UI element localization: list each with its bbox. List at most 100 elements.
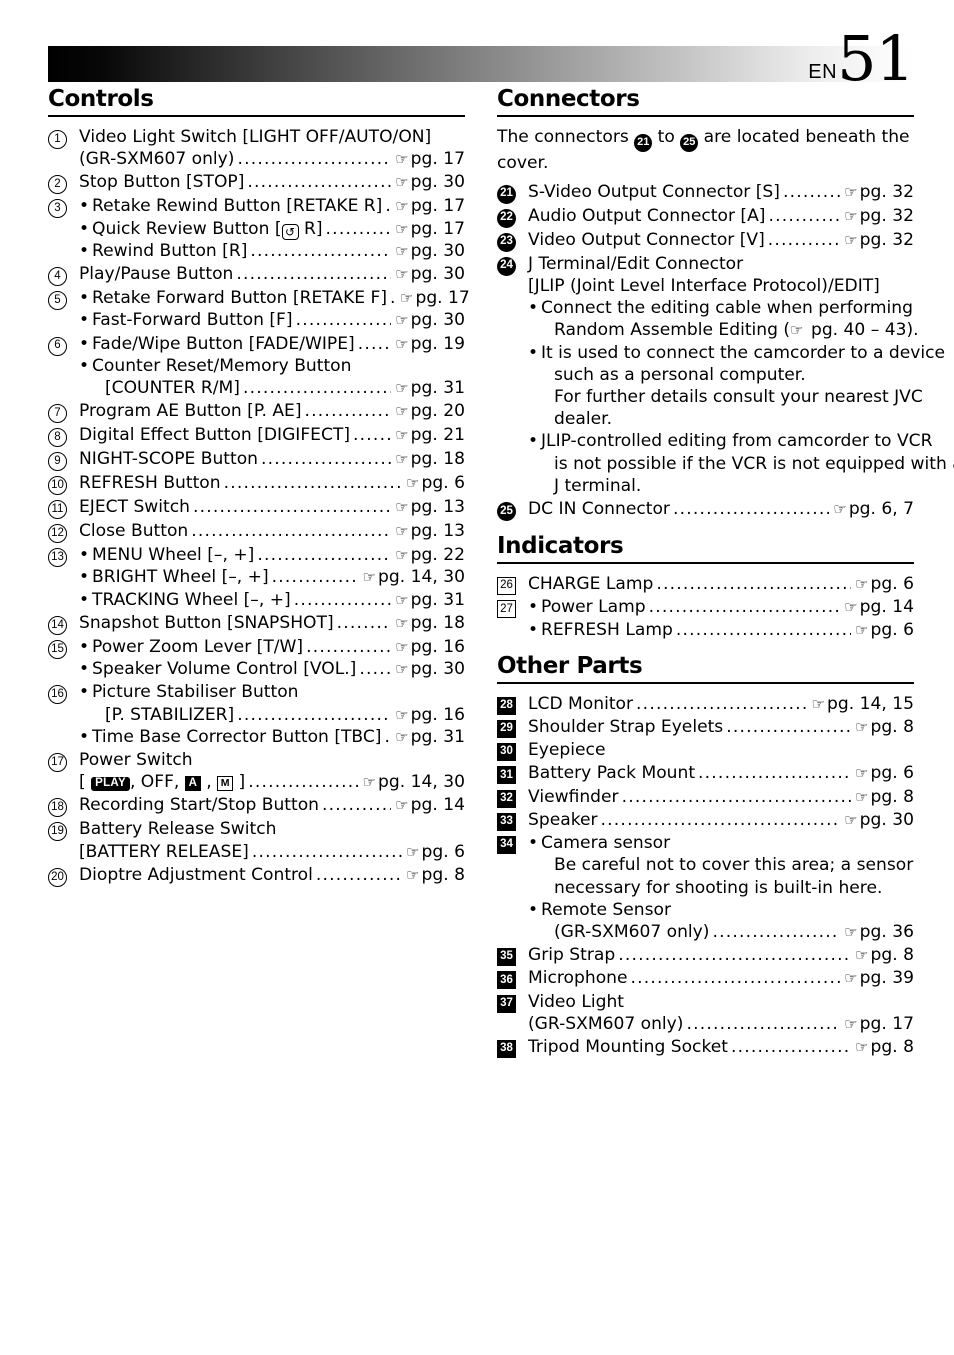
list-item[interactable]: 33 Speaker...............................… (497, 809, 914, 831)
page-reference[interactable]: ☞ pg. 30 (393, 658, 465, 680)
list-item[interactable]: 11 EJECT Switch..........................… (48, 496, 465, 520)
list-item[interactable]: 3•Retake Rewind Button [RETAKE R].......… (48, 195, 465, 262)
page-number: 51 (837, 22, 915, 95)
page-reference[interactable]: ☞ pg. 18 (393, 448, 465, 470)
list-item[interactable]: 9 NIGHT-SCOPE Button.....................… (48, 448, 465, 472)
list-item[interactable]: 32 Viewfinder............................… (497, 786, 914, 808)
list-item[interactable]: 10 REFRESH Button........................… (48, 472, 465, 496)
page-reference[interactable]: ☞ pg. 32 (842, 181, 914, 203)
entry-line: Power Switch (79, 749, 465, 771)
reference-hand-icon: ☞ (395, 660, 409, 679)
page-reference[interactable]: ☞ pg. 17 (398, 287, 470, 309)
list-item[interactable]: 36 Microphone............................… (497, 967, 914, 990)
list-item[interactable]: 30 Eyepiece (497, 739, 914, 762)
list-item[interactable]: 19 Battery Release Switch [BATTERY RELEASE… (48, 818, 465, 862)
page-reference[interactable]: ☞ pg. 6 (404, 841, 465, 863)
list-item[interactable]: 34 • Camera sensor Be careful not to cover … (497, 832, 914, 943)
bullet-text: MENU Wheel [–, +].......................… (92, 544, 465, 566)
page-reference[interactable]: ☞ pg. 21 (393, 424, 465, 446)
list-item[interactable]: 8 Digital Effect Button [DIGIFECT].......… (48, 424, 465, 448)
page-reference[interactable]: ☞ pg. 36 (842, 921, 914, 943)
page-reference[interactable]: ☞ pg. 39 (842, 967, 914, 989)
page-reference[interactable]: ☞ pg. 14, 30 (361, 566, 465, 588)
list-item[interactable]: 27 • Power Lamp...........................… (497, 596, 914, 640)
page-reference[interactable]: ☞ pg. 6 (853, 762, 914, 784)
list-item[interactable]: 16 • Picture Stabiliser Button [P. STABILIZ… (48, 681, 465, 748)
leader-line: [BATTERY RELEASE].......................… (79, 841, 465, 863)
item-body: Shoulder Strap Eyelets..................… (528, 716, 914, 738)
list-item[interactable]: 24 J Terminal/Edit Connector [JLIP (Joint … (497, 253, 954, 497)
page-reference[interactable]: ☞ pg. 20 (393, 400, 465, 422)
item-marker-11: 11 (48, 500, 67, 520)
list-item[interactable]: 12 Close Button..........................… (48, 520, 465, 544)
list-item[interactable]: 20 Dioptre Adjustment Control............… (48, 864, 465, 887)
page-reference[interactable]: ☞ pg. 30 (842, 809, 914, 831)
page-reference[interactable]: ☞ pg. 22 (393, 544, 465, 566)
list-item[interactable]: 13 • MENU Wheel [–, +]....................… (48, 544, 465, 611)
page-reference[interactable]: ☞ pg. 17 (393, 148, 465, 170)
list-item[interactable]: 4 Play/Pause Button......................… (48, 263, 465, 287)
entry-label: Counter Reset/Memory Button (92, 355, 352, 376)
page-reference[interactable]: ☞ pg. 13 (393, 520, 465, 542)
list-item[interactable]: 5 •Retake Forward Button [RETAKE F]......… (48, 287, 470, 331)
page-reference[interactable]: ☞ pg. 16 (393, 636, 465, 658)
page-reference[interactable]: ☞ pg. 14 (393, 794, 465, 816)
list-item[interactable]: 21 S-Video Output Connector [S]..........… (497, 181, 914, 204)
list-item[interactable]: 18 Recording Start/Stop Button...........… (48, 794, 465, 818)
page-reference[interactable]: ☞ pg. 6 (853, 573, 914, 595)
page-reference[interactable]: ☞ pg. 14, 30 (361, 771, 465, 793)
list-item[interactable]: 17 Power Switch[ PLAY, OFF, A , M ]......… (48, 749, 465, 793)
page-reference[interactable]: ☞ pg. 17 (842, 1013, 914, 1035)
auto-mode-badge: A (184, 776, 201, 792)
page-reference[interactable]: ☞ pg. 8 (853, 716, 914, 738)
list-item[interactable]: 1 Video Light Switch [LIGHT OFF/AUTO/ON](… (48, 126, 465, 170)
page-reference[interactable]: ☞ pg. 14, 15 (810, 693, 914, 715)
reference-hand-icon: ☞ (395, 590, 409, 609)
page-reference[interactable]: ☞ pg. 31 (393, 377, 465, 399)
page-reference[interactable]: ☞ pg. 32 (842, 205, 914, 227)
page-reference[interactable]: ☞ pg. 19 (393, 333, 465, 355)
page-reference[interactable]: ☞ pg. 8 (853, 944, 914, 966)
leader-line: Speaker.................................… (528, 809, 914, 831)
item-marker-18: 18 (48, 798, 67, 818)
page-reference[interactable]: ☞ pg. 13 (393, 496, 465, 518)
list-item[interactable]: 35 Grip Strap............................… (497, 944, 914, 967)
list-item[interactable]: 15 •Power Zoom Lever [T/W]...............… (48, 636, 465, 680)
marker-cell: 29 (497, 716, 523, 738)
leader-line: Video Output Connector [V]..............… (528, 229, 914, 251)
list-item[interactable]: 31 Battery Pack Mount....................… (497, 762, 914, 785)
page-reference[interactable]: ☞ pg. 32 (842, 229, 914, 251)
list-item[interactable]: 38 Tripod Mounting Socket................… (497, 1036, 914, 1059)
list-item[interactable]: 7 Program AE Button [P. AE]..............… (48, 400, 465, 424)
page-reference[interactable]: ☞ pg. 31 (393, 589, 465, 611)
list-item[interactable]: 22 Audio Output Connector [A]............… (497, 205, 914, 228)
page-reference[interactable]: ☞ pg. 30 (393, 309, 465, 331)
page-reference[interactable]: ☞ pg. 30 (393, 240, 465, 262)
list-item[interactable]: 23 Video Output Connector [V]............… (497, 229, 914, 252)
page-reference[interactable]: ☞ pg. 31 (393, 726, 465, 748)
dot-leader: ........................................… (293, 589, 392, 610)
list-item[interactable]: 6 •Fade/Wipe Button [FADE/WIPE]..........… (48, 333, 465, 400)
page-reference[interactable]: ☞ pg. 6 (853, 619, 914, 641)
list-item[interactable]: 2 Stop Button [STOP].....................… (48, 171, 465, 195)
page-reference[interactable]: ☞ pg. 30 (393, 263, 465, 285)
page-reference[interactable]: ☞ pg. 16 (393, 704, 465, 726)
page-reference[interactable]: ☞ pg. 18 (393, 612, 465, 634)
page-reference[interactable]: ☞ pg. 6, 7 (831, 498, 914, 520)
reference-hand-icon: ☞ (395, 311, 409, 330)
page-reference[interactable]: ☞ pg. 8 (853, 786, 914, 808)
page-reference[interactable]: ☞ pg. 6 (404, 472, 465, 494)
list-item[interactable]: 28 LCD Monitor...........................… (497, 693, 914, 715)
page-reference[interactable]: ☞ pg. 8 (404, 864, 465, 886)
list-item[interactable]: 26 CHARGE Lamp...........................… (497, 573, 914, 596)
list-item[interactable]: 29 Shoulder Strap Eyelets................… (497, 716, 914, 738)
list-item[interactable]: 37 Video Light (GR-SXM607 only)...........… (497, 991, 914, 1035)
list-item[interactable]: 25 DC IN Connector.......................… (497, 498, 914, 522)
page-reference[interactable]: ☞ pg. 8 (853, 1036, 914, 1058)
page-reference[interactable]: ☞ pg. 17 (393, 195, 465, 217)
page-reference[interactable]: ☞ pg. 14 (842, 596, 914, 618)
list-item[interactable]: 14 Snapshot Button [SNAPSHOT]............… (48, 612, 465, 635)
page-reference[interactable]: ☞ pg. 17 (393, 218, 465, 240)
entry-line: (GR-SXM607 only)........................… (528, 1013, 914, 1035)
page-reference[interactable]: ☞ pg. 30 (393, 171, 465, 193)
